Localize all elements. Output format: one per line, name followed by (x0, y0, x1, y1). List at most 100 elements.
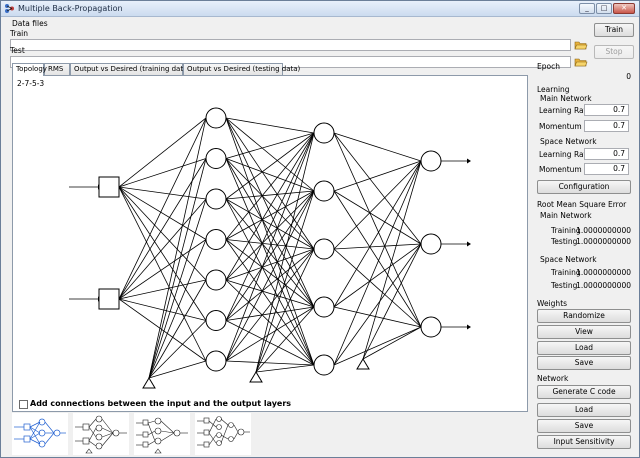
connection-line (225, 360, 315, 366)
input-neuron (98, 176, 120, 198)
space-momentum-field[interactable]: 0.7 (584, 163, 629, 175)
tab-topology[interactable]: Topology (12, 63, 47, 76)
tab-output-training[interactable]: Output vs Desired (training data) (70, 63, 190, 75)
topology-thumbnail-4[interactable] (195, 413, 251, 455)
configuration-button[interactable]: Configuration (537, 180, 631, 194)
connection-line (333, 160, 422, 308)
randomize-weights-button[interactable]: Randomize (537, 309, 631, 323)
weights-label: Weights (537, 299, 568, 308)
connection-line (118, 198, 207, 300)
hidden-neuron (205, 188, 227, 210)
connection-line (148, 198, 207, 379)
bias-neuron (356, 358, 370, 370)
folder-open-icon[interactable] (574, 39, 588, 51)
minimize-icon[interactable]: _ (579, 3, 595, 14)
connection-line (255, 364, 315, 373)
hidden-neuron (205, 107, 227, 129)
connection-line (118, 186, 207, 200)
connection-line (225, 190, 315, 362)
window-title: Multiple Back-Propagation (18, 4, 123, 13)
connection-line (255, 132, 315, 373)
hidden-neuron (205, 229, 227, 250)
folder-open-icon[interactable] (574, 56, 588, 68)
rmse-space-training-value: 1.0000000000 (576, 268, 631, 277)
test-label: Test (10, 46, 25, 55)
main-momentum-label: Momentum (539, 122, 582, 131)
data-files-label: Data files (12, 19, 48, 28)
output-neuron (420, 233, 442, 255)
epoch-label: Epoch (537, 62, 560, 71)
connection-line (148, 117, 207, 379)
connection-line (118, 158, 207, 188)
generate-c-code-button[interactable]: Generate C code (537, 385, 631, 399)
rmse-main-network-label: Main Network (540, 211, 592, 220)
rmse-main-testing-value: 1.0000000000 (576, 237, 631, 246)
connection-line (362, 326, 422, 360)
connection-line (118, 298, 207, 362)
connection-line (255, 248, 315, 373)
network-diagram (69, 107, 471, 389)
main-network-label: Main Network (540, 94, 592, 103)
main-learning-rate-field[interactable]: 0.7 (584, 104, 629, 116)
rmse-space-testing-value: 1.0000000000 (576, 281, 631, 290)
output-neuron (420, 150, 442, 172)
train-file-field[interactable] (10, 39, 571, 51)
rmse-label: Root Mean Square Error (537, 200, 627, 209)
topology-thumbnail-3[interactable] (134, 413, 190, 455)
learning-label: Learning (537, 85, 570, 94)
bias-neuron (249, 371, 263, 383)
connection-line (333, 160, 422, 192)
connect-io-label: Add connections between the input and th… (30, 399, 292, 408)
connection-line (225, 117, 315, 134)
app-icon (5, 4, 14, 13)
connection-line (333, 243, 422, 250)
connection-line (225, 132, 315, 321)
topology-value[interactable]: 2-7-5-3 (17, 79, 44, 88)
connection-line (225, 190, 315, 200)
main-window: Multiple Back-Propagation _ □ ✕ Data fil… (0, 0, 640, 458)
connection-line (333, 190, 422, 328)
train-button[interactable]: Train (594, 23, 634, 37)
connection-line (118, 158, 207, 300)
hidden-neuron (205, 148, 227, 169)
stop-button[interactable]: Stop (594, 45, 634, 59)
connection-line (225, 132, 315, 200)
load-network-button[interactable]: Load (537, 403, 631, 417)
topology-panel: 2-7-5-3 Add connections between the inpu… (12, 75, 528, 412)
space-momentum-label: Momentum (539, 165, 582, 174)
space-learning-rate-field[interactable]: 0.7 (584, 148, 629, 160)
tab-rms[interactable]: RMS (44, 63, 70, 75)
rmse-main-training-value: 1.0000000000 (576, 226, 631, 235)
hidden-neuron (313, 180, 335, 202)
main-momentum-field[interactable]: 0.7 (584, 120, 629, 132)
topology-thumbnail-1[interactable] (12, 413, 68, 455)
network-label: Network (537, 374, 569, 383)
connection-line (118, 279, 207, 300)
hidden-neuron (205, 350, 227, 372)
hidden-neuron (313, 238, 335, 260)
view-weights-button[interactable]: View (537, 325, 631, 339)
arrow-head (467, 324, 471, 330)
close-icon[interactable]: ✕ (613, 3, 635, 14)
connection-line (118, 186, 207, 281)
output-neuron (420, 316, 442, 338)
title-bar[interactable]: Multiple Back-Propagation _ □ ✕ (1, 1, 639, 17)
connection-line (225, 248, 315, 362)
connection-line (225, 117, 315, 308)
connection-line (225, 239, 315, 308)
connection-line (333, 326, 422, 366)
connection-line (333, 132, 422, 245)
save-network-button[interactable]: Save (537, 419, 631, 433)
load-weights-button[interactable]: Load (537, 341, 631, 355)
save-weights-button[interactable]: Save (537, 356, 631, 370)
input-sensitivity-button[interactable]: Input Sensitivity (537, 435, 631, 449)
arrow-head (467, 158, 471, 164)
bias-neuron (142, 377, 156, 389)
hidden-neuron (205, 269, 227, 291)
maximize-icon[interactable]: □ (596, 3, 612, 14)
connect-io-checkbox[interactable] (19, 400, 28, 409)
input-neuron (98, 288, 120, 310)
hidden-neuron (205, 310, 227, 331)
tab-output-testing[interactable]: Output vs Desired (testing data) (183, 63, 300, 75)
topology-thumbnail-2[interactable] (73, 413, 129, 455)
